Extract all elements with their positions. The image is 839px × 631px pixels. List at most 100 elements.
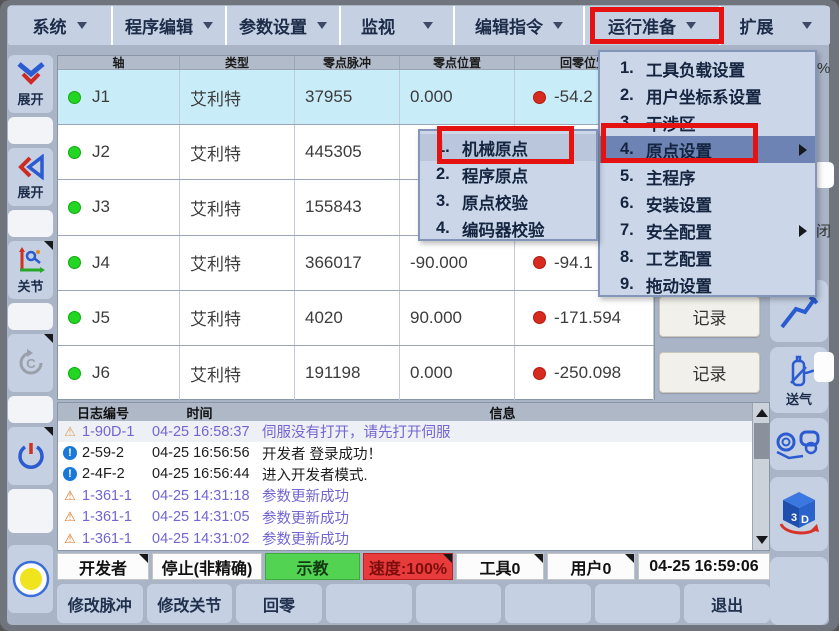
menu-edit-command[interactable]: 编辑指令 <box>455 6 583 45</box>
menu-system[interactable]: 系统 <box>8 6 111 45</box>
gas-cylinder-icon <box>781 353 817 389</box>
menu-parameter-settings-label: 参数设置 <box>239 13 307 38</box>
log-id: 1-361-1 <box>82 509 152 525</box>
log-row[interactable]: ! 2-59-2 04-25 16:56:56 开发者 登录成功！ <box>58 442 769 463</box>
type-value: 艾利特 <box>190 195 241 220</box>
user-frame-badge[interactable]: 用户0 <box>547 553 635 580</box>
axis-name: J1 <box>92 87 110 107</box>
table-row[interactable]: J4 艾利特 366017 -90.000 -94.1 <box>58 235 654 290</box>
expand-left-label: 展开 <box>17 182 43 201</box>
side-tab[interactable] <box>814 162 834 188</box>
log-scrollbar[interactable] <box>752 403 769 550</box>
menu-monitor-label: 监视 <box>361 13 395 38</box>
scrollbar-thumb[interactable] <box>754 423 769 459</box>
menu-item-safety-config[interactable]: 7.安全配置 <box>600 217 815 244</box>
log-row[interactable]: ⚠ 1-361-1 04-25 14:31:05 参数更新成功 <box>58 507 769 528</box>
pulse-value: 445305 <box>305 142 362 162</box>
log-id: 1-90D-1 <box>82 424 152 440</box>
menu-item-process-config[interactable]: 8.工艺配置 <box>600 244 815 271</box>
axis-name: J5 <box>92 308 110 328</box>
submenu-item-origin-check[interactable]: 3.原点校验 <box>420 188 596 215</box>
submenu-arrow-icon <box>799 225 807 237</box>
record-button-j6[interactable]: 记录 <box>659 352 760 393</box>
log-row[interactable]: ! 2-4F-2 04-25 16:56:44 进入开发者模式. <box>58 464 769 485</box>
status-ok-icon <box>68 311 81 324</box>
submenu-item-program-origin[interactable]: 2.程序原点 <box>420 161 596 188</box>
cycle-mode-button-disabled[interactable]: C <box>8 334 53 392</box>
zero-cell: 0.000 <box>400 346 515 400</box>
scroll-down-icon[interactable] <box>756 536 768 544</box>
zero-cell: -90.000 <box>400 236 515 290</box>
item-number: 7. <box>620 221 646 240</box>
record-button-j5[interactable]: 记录 <box>659 296 760 337</box>
menu-program-edit[interactable]: 程序编辑 <box>113 6 225 45</box>
expand-down-label: 展开 <box>17 89 43 108</box>
status-ok-icon <box>68 146 81 159</box>
log-pane: 日志编号 时间 信息 ⚠ 1-90D-1 04-25 16:58:37 伺服没有… <box>57 402 770 551</box>
type-value: 艾利特 <box>190 85 241 110</box>
item-label: 程序原点 <box>462 163 528 187</box>
menu-extend[interactable]: 扩展 <box>721 6 830 45</box>
status-ok-icon <box>68 201 81 214</box>
home-value: -171.594 <box>554 308 621 328</box>
log-id: 1-361-1 <box>82 488 152 504</box>
pulse-cell: 155843 <box>295 180 400 234</box>
axis-cell: J1 <box>58 70 180 124</box>
chevron-down-icon <box>802 22 812 29</box>
menu-item-drag-settings[interactable]: 9.拖动设置 <box>600 271 815 298</box>
status-lamp-button[interactable] <box>8 545 53 613</box>
exit-button[interactable]: 退出 <box>684 584 770 623</box>
item-number: 1. <box>620 59 646 78</box>
type-value: 艾利特 <box>190 140 241 165</box>
handheld-device-button[interactable] <box>770 418 828 470</box>
joint-coordinate-button[interactable]: 关节 <box>8 241 53 299</box>
table-row[interactable]: J5 艾利特 4020 90.000 -171.594 <box>58 290 654 345</box>
expand-left-button[interactable]: 展开 <box>8 148 53 206</box>
menu-monitor[interactable]: 监视 <box>341 6 453 45</box>
close-label-fragment: 闭 <box>816 220 831 241</box>
log-row[interactable]: ⚠ 1-361-1 04-25 14:31:18 参数更新成功 <box>58 485 769 506</box>
status-alarm-icon <box>533 256 546 269</box>
view-3d-button[interactable]: 3 D <box>770 477 828 551</box>
pulse-cell: 191198 <box>295 346 400 400</box>
table-row[interactable]: J6 艾利特 191198 0.000 -250.098 <box>58 345 654 400</box>
type-cell: 艾利特 <box>180 125 295 179</box>
menu-item-install-settings[interactable]: 6.安装设置 <box>600 190 815 217</box>
log-row[interactable]: ⚠ 1-361-1 04-25 14:31:02 参数更新成功 <box>58 528 769 549</box>
tool-frame-badge[interactable]: 工具0 <box>456 553 544 580</box>
clock-display: 04-25 16:59:06 <box>638 553 770 580</box>
item-label: 用户坐标系设置 <box>646 84 762 108</box>
servo-power-button[interactable] <box>8 427 53 485</box>
expand-down-button[interactable]: 展开 <box>8 55 53 113</box>
axis-cell: J3 <box>58 180 180 234</box>
svg-text:C: C <box>26 356 36 371</box>
item-label: 拖动设置 <box>646 273 712 297</box>
menu-item-tool-load-settings[interactable]: 1.工具负载设置 <box>600 55 815 82</box>
log-col-info: 信息 <box>251 403 754 422</box>
log-row[interactable]: ⚠ 1-90D-1 04-25 16:58:37 伺服没有打开，请先打开伺服 <box>58 421 769 442</box>
pulse-value: 155843 <box>305 197 362 217</box>
return-zero-button[interactable]: 回零 <box>236 584 322 623</box>
table-row[interactable]: J1 艾利特 37955 0.000 -54.2 <box>58 69 654 124</box>
modify-joint-button[interactable]: 修改关节 <box>147 584 233 623</box>
pulse-cell: 37955 <box>295 70 400 124</box>
chevron-down-icon <box>203 22 213 29</box>
submenu-item-encoder-check[interactable]: 4.编码器校验 <box>420 215 596 242</box>
item-label: 安装设置 <box>646 192 712 216</box>
side-tab[interactable] <box>814 352 834 382</box>
log-time: 04-25 14:31:18 <box>152 488 262 504</box>
log-header-row: 日志编号 时间 信息 <box>58 403 769 421</box>
speed-badge[interactable]: 速度:100% <box>363 553 453 580</box>
log-id: 1-361-1 <box>82 531 152 547</box>
log-message: 开发者 登录成功！ <box>262 443 754 464</box>
menu-item-user-coord-settings[interactable]: 2.用户坐标系设置 <box>600 82 815 109</box>
item-label: 原点校验 <box>462 190 528 214</box>
menu-parameter-settings[interactable]: 参数设置 <box>227 6 339 45</box>
modify-pulse-button[interactable]: 修改脉冲 <box>57 584 143 623</box>
air-supply-label: 送气 <box>786 389 812 408</box>
user-mode-badge[interactable]: 开发者 <box>57 553 149 580</box>
teach-mode-badge: 示教 <box>265 553 360 580</box>
scroll-up-icon[interactable] <box>756 409 768 417</box>
status-lamp-icon <box>11 559 51 599</box>
menu-item-main-program[interactable]: 5.主程序 <box>600 163 815 190</box>
